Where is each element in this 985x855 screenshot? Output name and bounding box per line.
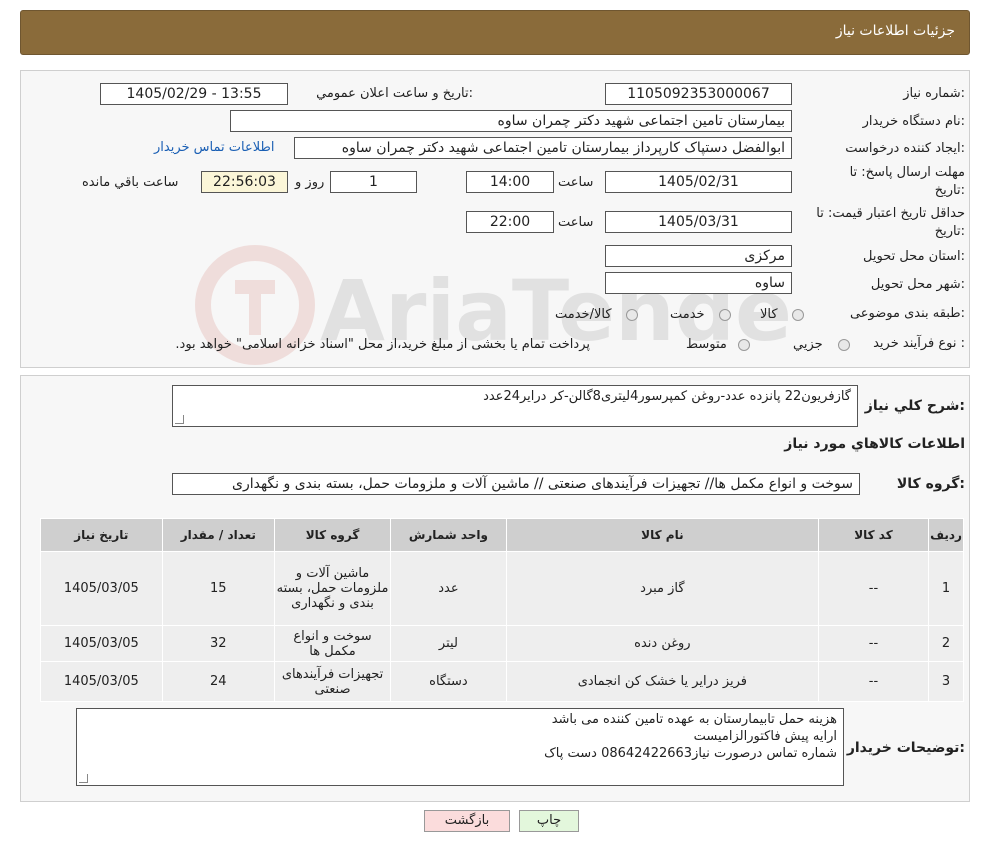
buyer-notes-label: توضيحات خريدار: [846,740,965,756]
cell-row: 1 [928,551,964,626]
validity-label: حداقل تاريخ اعتبار قيمت: تا [816,206,965,221]
table-row: 2 -- روغن دنده لیتر سوخت و انواع مکمل ها… [40,625,964,662]
resize-grip-icon[interactable] [175,415,184,424]
table-row: 3 -- فریز درایر یا خشک کن انجمادی دستگاه… [40,661,964,702]
cell-code: -- [817,625,930,662]
deadline-label: مهلت ارسال پاسخ: تا [849,165,965,180]
items-section-title: اطلاعات کالاهاي مورد نياز [784,436,965,452]
process-radio-minor[interactable] [838,339,850,351]
need-number-field: 1105092353000067 [605,83,792,105]
cell-unit: دستگاه [390,661,507,702]
cell-qty: 32 [161,625,276,662]
cell-unit: لیتر [390,625,507,662]
col-row: رديف [928,518,964,552]
cell-group: سوخت و انواع مکمل ها [274,625,392,662]
goods-group-label: گروه کالا: [896,476,965,492]
items-table: رديف کد کالا نام کالا واحد شمارش گروه کا… [40,518,964,702]
buyer-notes-line: ارایه پیش فاکتورالزامیست [693,729,837,744]
need-number-label: شماره نیاز: [903,86,965,101]
validity-time-label: ساعت [558,215,594,230]
print-button[interactable]: چاپ [519,810,579,832]
items-table-header: رديف کد کالا نام کالا واحد شمارش گروه کا… [40,518,964,552]
col-code: کد کالا [817,518,930,552]
cell-row: 3 [928,661,964,702]
days-label: روز و [295,175,325,190]
cell-name: فریز درایر یا خشک کن انجمادی [505,661,819,702]
province-label: استان محل تحويل: [863,249,965,264]
col-date: تاريخ نياز [40,518,163,552]
deadline-date-field: 1405/02/31 [605,171,792,193]
remaining-time-field: 22:56:03 [201,171,288,193]
announce-label: تاریخ و ساعت اعلان عمومي: [316,86,473,101]
goods-group-field: سوخت و انواع مکمل ها// تجهیزات فرآیندهای… [172,473,860,495]
cell-qty: 15 [161,551,276,626]
process-label: نوع فرآيند خريد : [873,336,965,351]
requester-field: ابوالفضل دستپاک کارپرداز بیمارستان تامین… [294,137,792,159]
requester-label: ايجاد کننده درخواست: [845,141,965,156]
remaining-label: ساعت باقي مانده [82,175,179,190]
category-option-both: کالا/خدمت [555,307,612,322]
resize-grip-icon[interactable] [79,774,88,783]
cell-date: 1405/03/05 [40,661,163,702]
page-title: جزئیات اطلاعات نیاز [835,23,955,39]
announce-datetime-field: 1405/02/29 - 13:55 [100,83,288,105]
city-label: شهر محل تحويل: [870,277,965,292]
cell-qty: 24 [161,661,276,702]
col-unit: واحد شمارش [390,518,507,552]
deadline-time-label: ساعت [558,175,594,190]
process-option-medium: متوسط [686,337,727,352]
cell-code: -- [817,551,930,626]
category-label: طبقه بندی موضوعی: [849,306,965,321]
buyer-notes-line: هزینه حمل تابیمارستان به عهده تامین کنند… [551,712,837,727]
cell-group: ماشین آلات و ملزومات حمل، بسته بندی و نگ… [274,551,392,626]
category-radio-goods[interactable] [792,309,804,321]
cell-name: روغن دنده [505,625,819,662]
buyer-notes-line: شماره تماس درصورت نیاز08642422663 دست پا… [544,746,837,761]
col-qty: تعداد / مقدار [161,518,276,552]
cell-group: تجهیزات فرآیندهای صنعتی [274,661,392,702]
cell-row: 2 [928,625,964,662]
city-field: ساوه [605,272,792,294]
back-button[interactable]: بازگشت [424,810,510,832]
deadline-time-field: 14:00 [466,171,554,193]
cell-date: 1405/03/05 [40,551,163,626]
process-note: پرداخت تمام يا بخشی از مبلغ خريد،از محل … [175,337,590,352]
deadline-label-date: تاريخ: [934,183,965,198]
category-option-goods: کالا [760,307,778,322]
province-field: مرکزی [605,245,792,267]
buyer-org-field: بیمارستان تامین اجتماعی شهید دکتر چمران … [230,110,792,132]
validity-time-field: 22:00 [466,211,554,233]
description-text: گازفریون22 پانزده عدد-روغن کمپرسور4لیتری… [483,389,851,404]
category-radio-service[interactable] [719,309,731,321]
buyer-contact-link[interactable]: اطلاعات تماس خريدار [154,140,274,155]
cell-name: گاز مبرد [505,551,819,626]
days-field: 1 [330,171,417,193]
category-radio-both[interactable] [626,309,638,321]
buyer-org-label: نام دستگاه خريدار: [862,114,965,129]
col-name: نام کالا [505,518,819,552]
cell-code: -- [817,661,930,702]
col-group: گروه کالا [274,518,392,552]
description-textarea[interactable]: گازفریون22 پانزده عدد-روغن کمپرسور4لیتری… [172,385,858,427]
table-row: 1 -- گاز مبرد عدد ماشین آلات و ملزومات ح… [40,551,964,626]
cell-unit: عدد [390,551,507,626]
page-header: جزئیات اطلاعات نیاز [20,10,970,55]
category-option-service: خدمت [670,307,705,322]
validity-label-date: تاريخ: [934,224,965,239]
process-option-minor: جزيي [793,337,823,352]
validity-date-field: 1405/03/31 [605,211,792,233]
description-label: شرح کلي نياز: [864,398,965,414]
process-radio-medium[interactable] [738,339,750,351]
buyer-notes-textarea[interactable]: هزینه حمل تابیمارستان به عهده تامین کنند… [76,708,844,786]
cell-date: 1405/03/05 [40,625,163,662]
